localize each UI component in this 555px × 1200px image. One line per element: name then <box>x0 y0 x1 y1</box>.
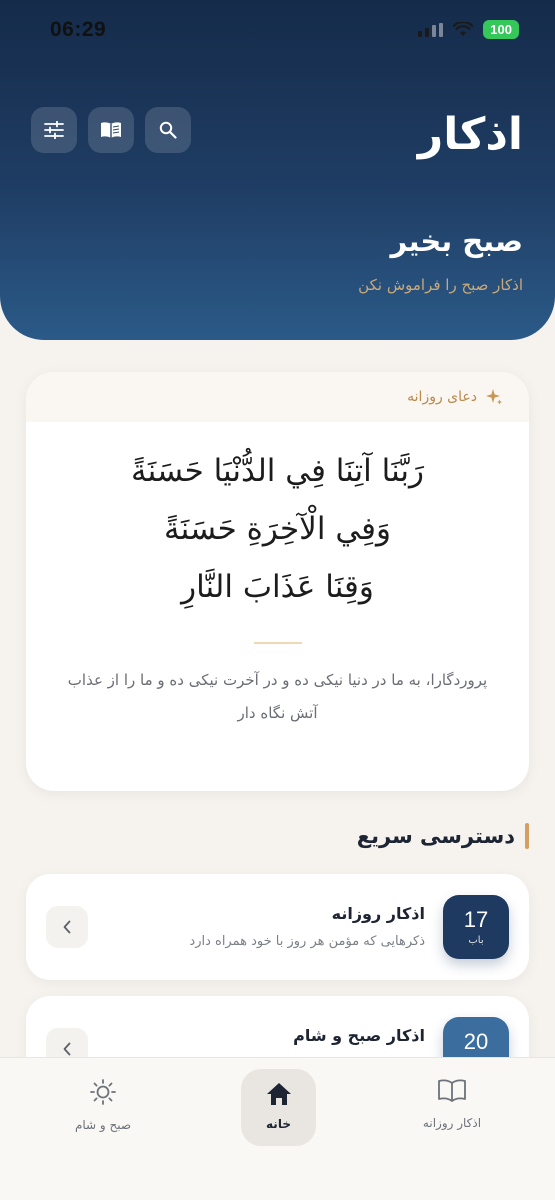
greeting-subtitle: اذکار صبح را فراموش نکن <box>358 276 523 294</box>
nav-morning-evening[interactable]: صبح و شام <box>48 1078 158 1132</box>
item-title: اذکار صبح و شام <box>293 1026 425 1045</box>
nav-daily-azkar[interactable]: اذکار روزانه <box>397 1078 507 1130</box>
daily-dua-card[interactable]: دعای روزانه رَبَّنَا آتِنَا فِي الدُّنْي… <box>26 372 529 791</box>
item-title: اذکار روزانه <box>331 904 425 923</box>
translation-line: پروردگارا، به ما در دنیا نیکی ده و در آخ… <box>67 671 488 689</box>
signal-icon <box>418 22 444 37</box>
chevron-left-icon <box>63 1042 71 1056</box>
count-badge: 17 باب <box>443 895 509 959</box>
nav-label: اذکار روزانه <box>422 1116 482 1130</box>
book-button[interactable] <box>88 107 134 153</box>
status-bar-right: 100 <box>418 20 519 39</box>
battery-indicator: 100 <box>483 20 519 39</box>
quick-access-item-daily[interactable]: 17 باب اذکار روزانه ذکرهایی که مؤمن هر ر… <box>26 874 529 980</box>
status-time: 06:29 <box>50 18 107 41</box>
wifi-icon <box>453 22 474 36</box>
sun-icon <box>90 1079 116 1105</box>
translation-line: آتش نگاه دار <box>237 704 318 722</box>
dua-line: وَقِنَا عَذَابَ النَّارِ <box>181 569 374 605</box>
daily-dua-header: دعای روزانه <box>26 372 529 422</box>
filter-icon <box>44 121 64 139</box>
quick-access-heading: دسترسی سریع <box>357 823 529 849</box>
open-button[interactable] <box>46 906 88 948</box>
dua-line: رَبَّنَا آتِنَا فِي الدُّنْيَا حَسَنَةً <box>130 453 425 489</box>
chevron-left-icon <box>63 920 71 934</box>
app-logo: اذکار <box>417 109 523 160</box>
dua-translation: پروردگارا، به ما در دنیا نیکی ده و در آخ… <box>26 644 529 730</box>
filter-button[interactable] <box>31 107 77 153</box>
book-icon <box>101 122 121 138</box>
nav-home[interactable]: خانه <box>241 1069 316 1146</box>
section-accent-bar <box>525 823 529 849</box>
search-button[interactable] <box>145 107 191 153</box>
dua-line: وَفِي الْآخِرَةِ حَسَنَةً <box>164 511 391 547</box>
count-unit: باب <box>468 935 484 946</box>
dua-arabic-text: رَبَّنَا آتِنَا فِي الدُّنْيَا حَسَنَةً … <box>26 422 529 616</box>
header: 06:29 100 اذکار صبح بخیر اذکار صبح را فر… <box>0 0 555 340</box>
search-icon <box>159 121 177 139</box>
nav-label: خانه <box>266 1117 291 1131</box>
nav-label: صبح و شام <box>74 1118 132 1132</box>
daily-dua-label: دعای روزانه <box>407 389 477 405</box>
home-icon <box>266 1083 291 1105</box>
count-number: 17 <box>463 907 489 932</box>
greeting-title: صبح بخیر <box>390 224 523 258</box>
section-title: دسترسی سریع <box>356 824 515 848</box>
item-description: ذکرهایی که مؤمن هر روز با خود همراه دارد <box>189 934 425 949</box>
sparkle-icon <box>486 389 502 405</box>
bottom-nav: صبح و شام خانه اذکار روزانه <box>0 1057 555 1200</box>
open-book-icon <box>438 1079 466 1102</box>
count-number: 20 <box>463 1029 489 1054</box>
